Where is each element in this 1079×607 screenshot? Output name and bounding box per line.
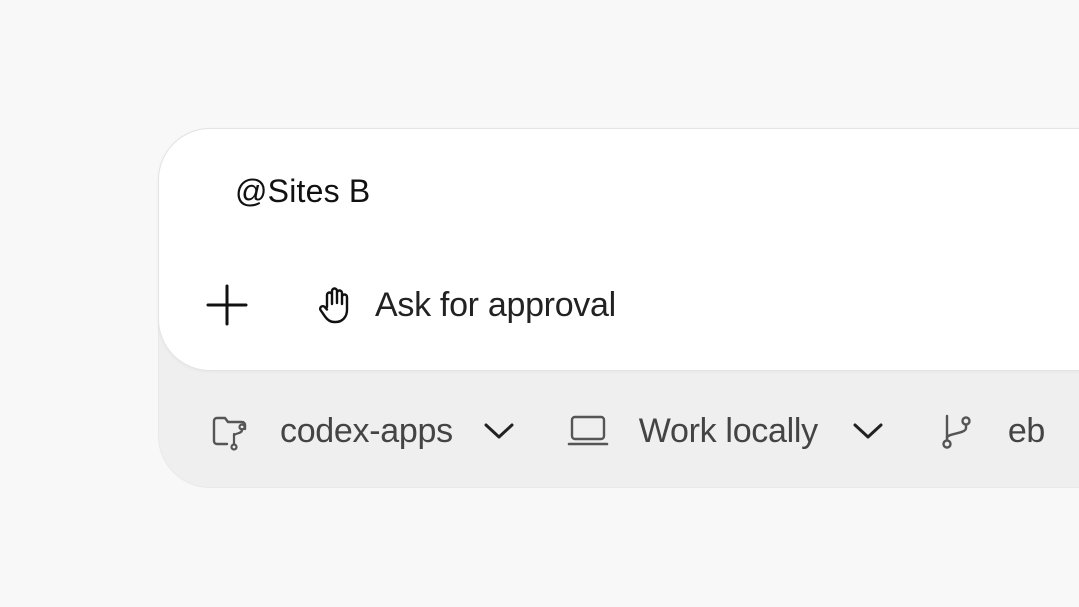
repo-label: codex-apps xyxy=(280,411,453,450)
chevron-down-icon xyxy=(484,423,514,439)
approval-mode-button[interactable]: Ask for approval xyxy=(317,281,616,329)
branch-selector[interactable]: eb xyxy=(938,412,1045,451)
composer-footer-bar: codex-apps Work locally eb xyxy=(210,404,1045,458)
app-stage: @Sites B Ask for approval codex-apps Wor… xyxy=(0,0,1079,607)
environment-selector[interactable]: Work locally xyxy=(567,412,884,451)
git-branch-icon xyxy=(942,414,971,449)
repo-selector[interactable]: codex-apps xyxy=(210,411,515,451)
composer-card[interactable]: @Sites B Ask for approval xyxy=(158,128,1079,371)
hand-icon xyxy=(319,287,349,324)
approval-mode-label: Ask for approval xyxy=(375,285,616,324)
folder-branch-icon xyxy=(212,416,247,451)
laptop-icon xyxy=(567,415,609,446)
branch-label: eb xyxy=(1007,411,1046,450)
add-button[interactable] xyxy=(203,281,251,329)
chevron-down-icon xyxy=(853,423,883,439)
plus-icon xyxy=(206,284,248,326)
prompt-input[interactable]: @Sites B xyxy=(235,173,370,210)
environment-label: Work locally xyxy=(638,411,818,450)
